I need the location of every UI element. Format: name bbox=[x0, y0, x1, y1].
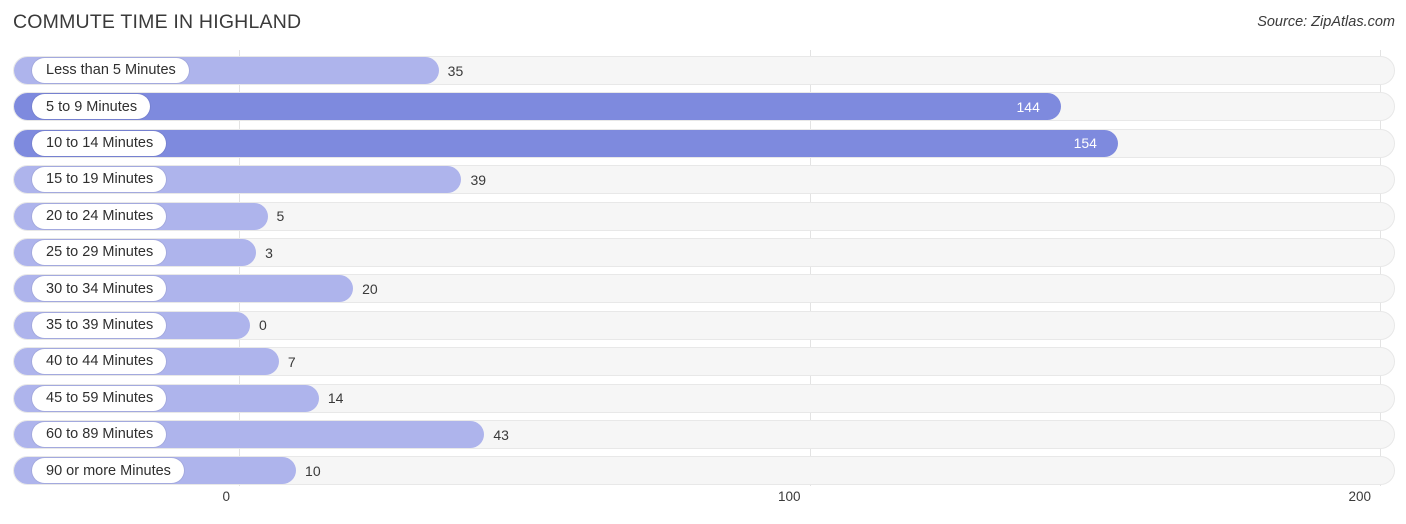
category-label: 25 to 29 Minutes bbox=[46, 244, 154, 261]
x-axis: 0 100 200 bbox=[0, 486, 1406, 524]
bar-row[interactable]: Less than 5 Minutes 35 bbox=[13, 56, 1395, 85]
x-tick-label: 0 bbox=[222, 489, 230, 504]
category-label: 90 or more Minutes bbox=[46, 462, 171, 479]
bar-value-label: 0 bbox=[259, 317, 267, 334]
category-label: 40 to 44 Minutes bbox=[46, 353, 154, 370]
category-label-pill: 90 or more Minutes bbox=[32, 458, 184, 484]
x-tick-label: 200 bbox=[1348, 489, 1371, 504]
bar-value-label: 35 bbox=[447, 62, 464, 79]
bar-value-label: 3 bbox=[265, 244, 273, 261]
bar-value-label: 10 bbox=[305, 462, 321, 479]
category-label-pill: Less than 5 Minutes bbox=[32, 58, 189, 83]
category-label: Less than 5 Minutes bbox=[46, 62, 176, 79]
category-label: 45 to 59 Minutes bbox=[46, 389, 154, 406]
page-title: COMMUTE TIME IN HIGHLAND bbox=[13, 11, 302, 33]
bar-value-label: 14 bbox=[327, 390, 344, 407]
bar-row[interactable]: 15 to 19 Minutes 39 bbox=[13, 165, 1395, 195]
category-label-pill: 30 to 34 Minutes bbox=[32, 276, 167, 302]
bar-value-label: 5 bbox=[276, 208, 285, 225]
bar-row[interactable]: 25 to 29 Minutes 3 bbox=[13, 238, 1395, 267]
bar-row[interactable]: 30 to 34 Minutes 20 bbox=[13, 274, 1395, 304]
bar-value-label: 39 bbox=[470, 171, 487, 188]
bar-rows: Less than 5 Minutes 35 5 to 9 Minutes 144 10… bbox=[0, 46, 1406, 486]
category-label: 10 to 14 Minutes bbox=[46, 135, 154, 152]
category-label-pill: 60 to 89 Minutes bbox=[32, 422, 167, 447]
source-attribution: Source: ZipAtlas.com bbox=[1257, 14, 1395, 30]
bar-row[interactable]: 60 to 89 Minutes 43 bbox=[13, 420, 1395, 449]
bar-row[interactable]: 35 to 39 Minutes 0 bbox=[13, 310, 1395, 340]
bar-value-label: 7 bbox=[287, 353, 296, 370]
category-label-pill: 45 to 59 Minutes bbox=[32, 385, 167, 411]
bar-value-label: 154 bbox=[1073, 135, 1097, 152]
category-label: 20 to 24 Minutes bbox=[46, 207, 154, 224]
chart-header: COMMUTE TIME IN HIGHLAND Source: ZipAtla… bbox=[0, 0, 1406, 46]
category-label-pill: 15 to 19 Minutes bbox=[32, 167, 167, 193]
bar-row[interactable]: 40 to 44 Minutes 7 bbox=[13, 347, 1395, 377]
bar-row[interactable]: 5 to 9 Minutes 144 bbox=[13, 92, 1395, 122]
category-label-pill: 40 to 44 Minutes bbox=[32, 349, 167, 375]
category-label-pill: 35 to 39 Minutes bbox=[32, 312, 167, 338]
bar-row[interactable]: 45 to 59 Minutes 14 bbox=[13, 383, 1395, 413]
bar-value-label: 144 bbox=[1016, 98, 1040, 115]
category-label: 30 to 34 Minutes bbox=[46, 280, 154, 297]
category-label-pill: 25 to 29 Minutes bbox=[32, 240, 167, 265]
category-label-pill: 5 to 9 Minutes bbox=[32, 94, 151, 120]
bar-row[interactable]: 10 to 14 Minutes 154 bbox=[13, 128, 1395, 158]
category-label-pill: 10 to 14 Minutes bbox=[32, 130, 167, 156]
category-label: 60 to 89 Minutes bbox=[46, 426, 154, 443]
bar-row[interactable]: 90 or more Minutes 10 bbox=[13, 456, 1395, 486]
category-label: 15 to 19 Minutes bbox=[46, 171, 154, 188]
bar-fill[interactable] bbox=[14, 93, 1061, 121]
x-tick-label: 100 bbox=[777, 489, 801, 504]
bar-fill[interactable] bbox=[14, 129, 1118, 157]
category-label: 35 to 39 Minutes bbox=[46, 317, 154, 334]
bar-value-label: 20 bbox=[362, 280, 378, 297]
bar-value-label: 43 bbox=[493, 426, 509, 443]
category-label: 5 to 9 Minutes bbox=[46, 98, 138, 115]
chart-plot-area: Less than 5 Minutes 35 5 to 9 Minutes 144 10… bbox=[0, 46, 1406, 486]
category-label-pill: 20 to 24 Minutes bbox=[32, 203, 167, 229]
bar-row[interactable]: 20 to 24 Minutes 5 bbox=[13, 201, 1395, 231]
